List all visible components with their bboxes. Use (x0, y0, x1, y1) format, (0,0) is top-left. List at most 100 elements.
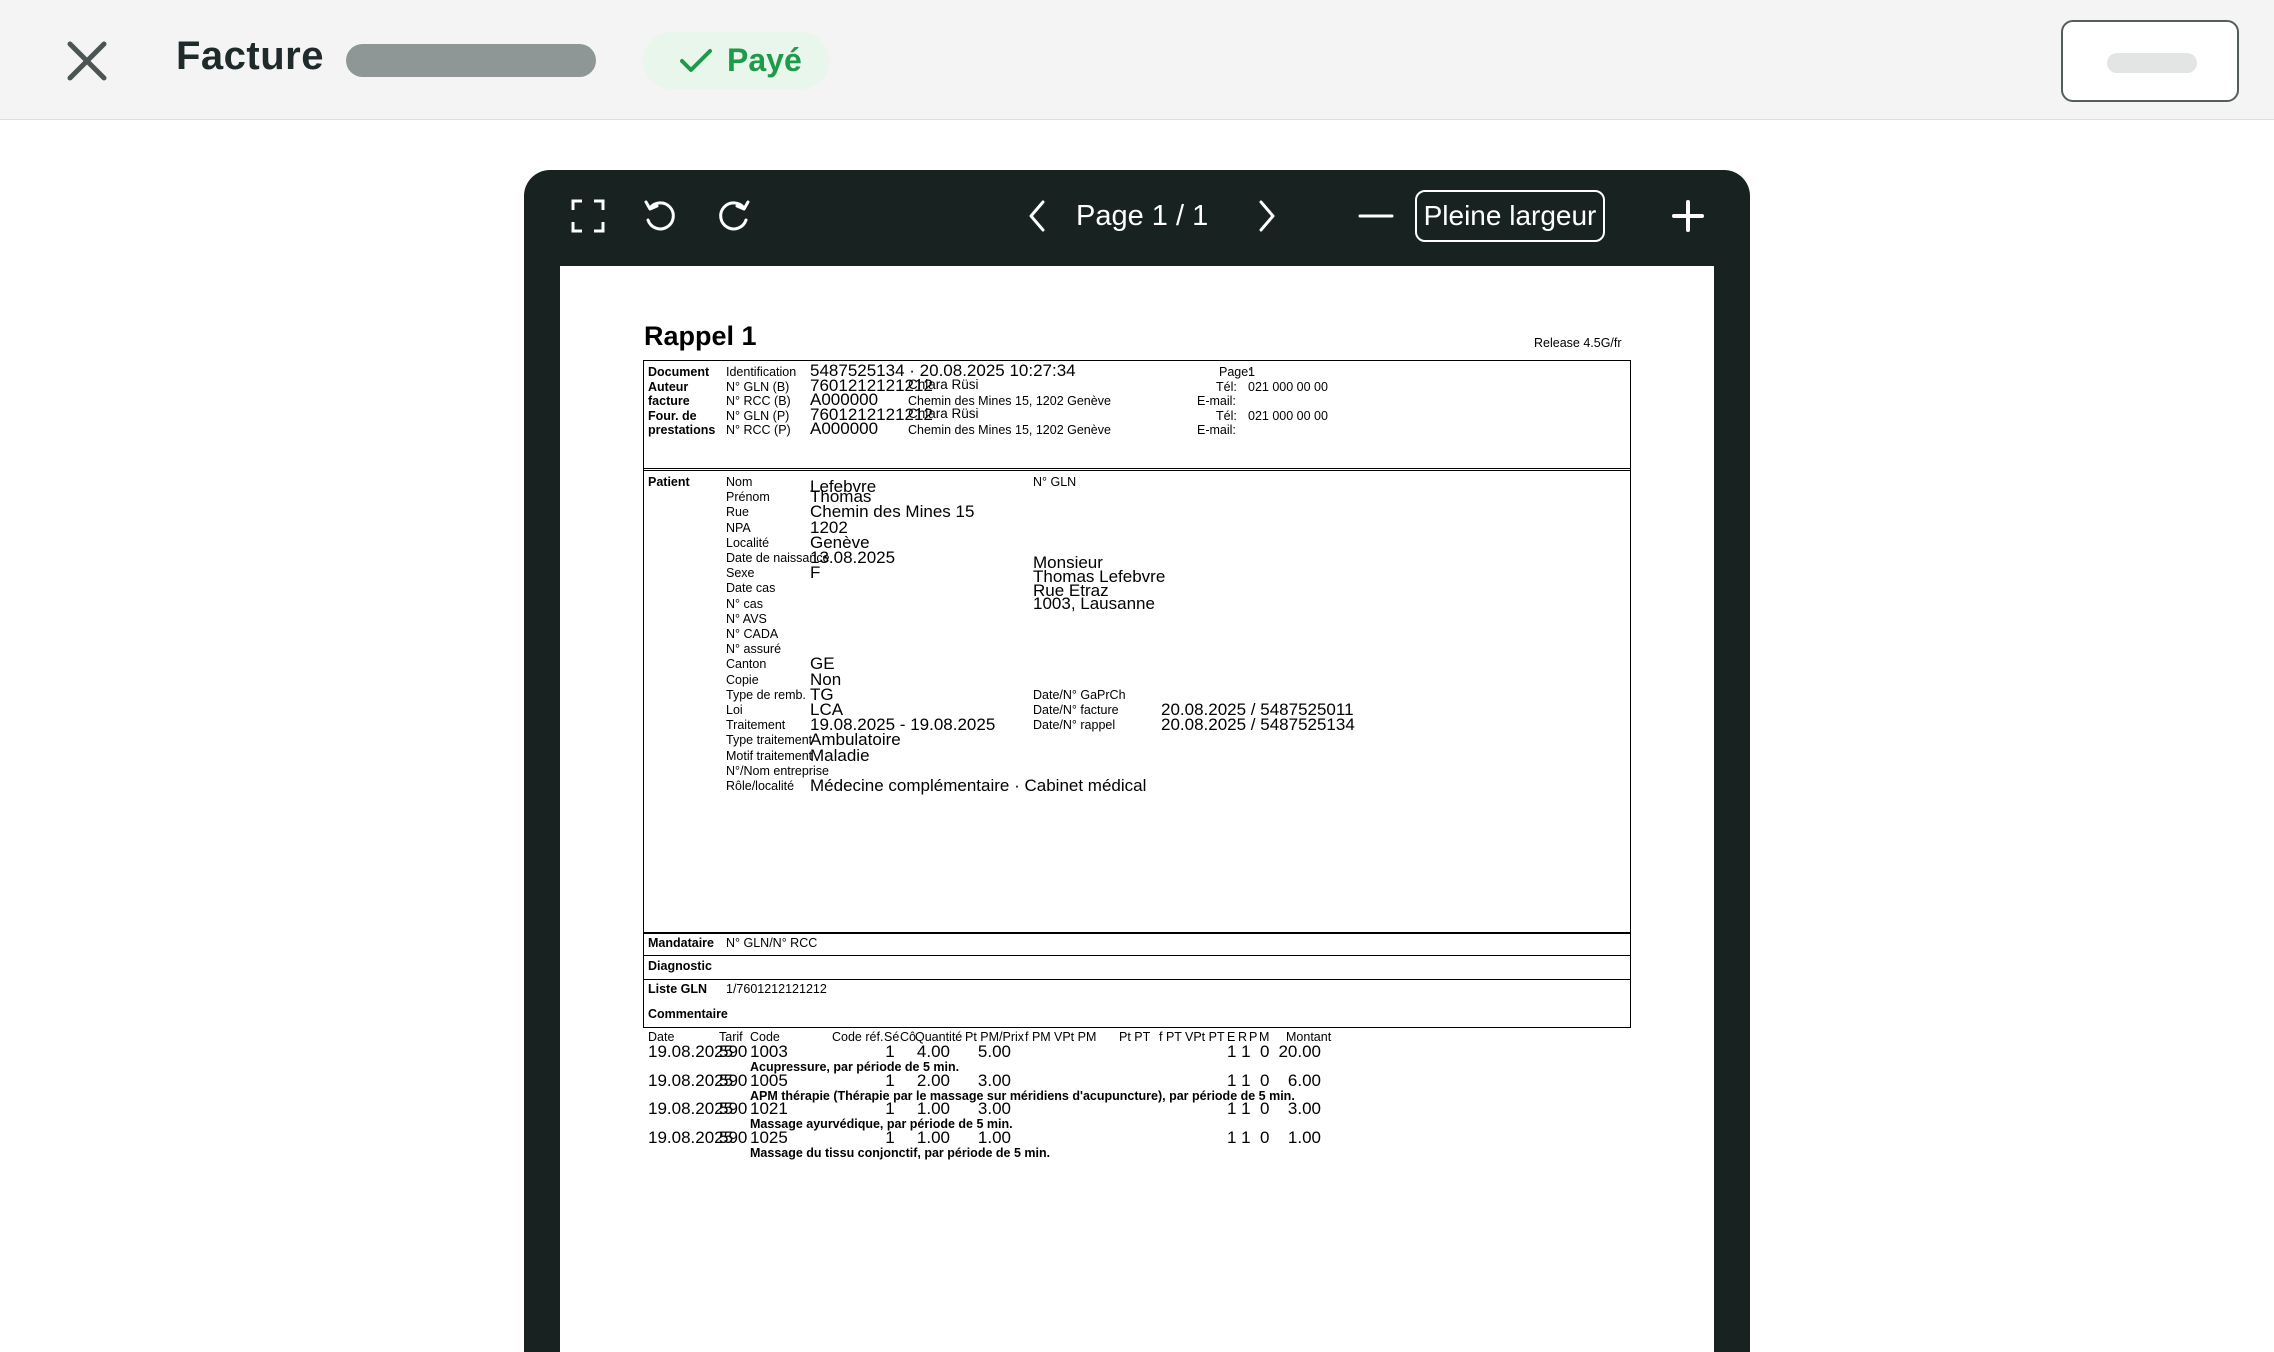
row-price: 3.00 (977, 1099, 1011, 1119)
zoom-out-button[interactable] (1356, 198, 1396, 239)
row-er: 1 1 (1227, 1099, 1251, 1119)
row-price: 5.00 (977, 1042, 1011, 1061)
column-header: VPt PT (1185, 1030, 1225, 1044)
page-indicator: Page 1 / 1 (1076, 200, 1209, 232)
patient-field-label: Rôle/localité (726, 779, 795, 793)
patient-label: Patient (648, 475, 690, 489)
reference-label: Date/N° rappel (1033, 718, 1116, 732)
diagnostic-label: Diagnostic (648, 959, 712, 973)
zoom-in-button[interactable] (1670, 198, 1706, 239)
status-label: Payé (727, 42, 802, 78)
doc-name: Chemin des Mines 15, 1202 Genève (908, 423, 1111, 437)
doc-name: Chiara Rüsi (908, 377, 979, 392)
reference-label: Date/N° facture (1033, 703, 1119, 717)
doc-right-label: E-mail: (1197, 394, 1236, 408)
reference-value: 20.08.2025 / 5487525134 (1161, 715, 1355, 734)
row-se: 1 (885, 1127, 895, 1147)
chevron-left-icon (1029, 200, 1045, 232)
patient-field-label: Motif traitement (726, 748, 813, 763)
row-code: 1025 (750, 1127, 788, 1147)
row-amount: 3.00 (1287, 1099, 1321, 1119)
doc-label: facture (648, 394, 690, 408)
expand-icon (571, 199, 605, 233)
rotate-right-button[interactable] (716, 198, 752, 239)
row-amount: 20.00 (1278, 1042, 1321, 1061)
row-quantity: 2.00 (916, 1070, 950, 1090)
column-header: f PT (1159, 1030, 1182, 1044)
row-m: 0 (1260, 1099, 1270, 1119)
row-er: 1 1 (1227, 1042, 1251, 1061)
pdf-viewer: Page 1 / 1 Pleine largeur Rappel 1 Relea… (524, 170, 1750, 1352)
patient-field-value: F (810, 563, 821, 583)
row-tarif: 590 (719, 1127, 748, 1147)
row-amount: 1.00 (1287, 1127, 1321, 1147)
patient-field-label: Traitement (726, 718, 786, 733)
row-price: 3.00 (977, 1070, 1011, 1090)
close-icon (67, 41, 107, 81)
doc-sublabel: Identification (726, 365, 797, 379)
row-quantity: 1.00 (916, 1099, 950, 1119)
patient-field-label: Rue (726, 505, 749, 520)
row-se: 1 (885, 1042, 895, 1061)
patient-field-label: Canton (726, 657, 767, 672)
doc-sublabel: N° RCC (B) (726, 394, 791, 408)
row-tarif: 590 (719, 1099, 748, 1119)
minus-icon (1358, 214, 1394, 218)
top-bar: Facture Payé (0, 0, 2274, 120)
row-description: APM thérapie (Thérapie par le massage su… (750, 1088, 1295, 1103)
patient-field-label: N° CADA (726, 627, 779, 641)
invoice-heading: Rappel 1 (644, 321, 757, 351)
patient-field-label: Sexe (726, 566, 755, 581)
doc-right-label: E-mail: (1197, 423, 1236, 437)
next-page-button[interactable] (1246, 198, 1286, 239)
patient-field-label: Localité (726, 535, 770, 550)
doc-value: A000000 (810, 419, 879, 438)
phone-number: 021 000 00 00 (1248, 380, 1328, 394)
row-m: 0 (1260, 1070, 1270, 1090)
page-title: Facture (176, 34, 324, 78)
action-button[interactable] (2061, 20, 2239, 102)
column-header: f PM (1025, 1030, 1051, 1044)
address-line: 1003, Lausanne (1033, 594, 1155, 614)
row-m: 0 (1260, 1042, 1270, 1061)
doc-label: prestations (648, 423, 716, 437)
fullscreen-button[interactable] (570, 198, 606, 239)
plus-icon (1672, 200, 1704, 232)
full-width-button[interactable]: Pleine largeur (1415, 190, 1605, 242)
commentaire-label: Commentaire (648, 1007, 728, 1021)
row-code: 1003 (750, 1042, 788, 1061)
row-code: 1021 (750, 1099, 788, 1119)
close-button[interactable] (62, 36, 112, 86)
doc-sublabel: N° RCC (P) (726, 423, 791, 437)
doc-right-label: Tél: (1216, 409, 1237, 423)
mandataire-label: Mandataire (648, 936, 714, 950)
column-header: VPt PM (1054, 1030, 1097, 1044)
doc-sublabel: N° GLN (P) (726, 409, 790, 423)
row-code: 1005 (750, 1070, 788, 1090)
patient-field-value: Maladie (810, 745, 870, 765)
mandataire-value: N° GLN/N° RCC (726, 936, 818, 950)
row-se: 1 (885, 1070, 895, 1090)
doc-right-label: Page: (1219, 365, 1252, 379)
row-tarif: 590 (719, 1042, 748, 1061)
patient-field-label: Type traitement (726, 733, 813, 748)
doc-name: Chiara Rüsi (908, 406, 979, 421)
status-badge: Payé (643, 32, 829, 89)
release-label: Release 4.5G/fr (1534, 336, 1622, 350)
patient-field-label: N° cas (726, 596, 763, 611)
row-se: 1 (885, 1099, 895, 1119)
check-icon (680, 49, 712, 72)
patient-field-label: N° assuré (726, 642, 782, 657)
reference-label: Date/N° GaPrCh (1033, 688, 1126, 702)
row-description: Massage du tissu conjonctif, par période… (750, 1145, 1051, 1160)
patient-field-label: NPA (726, 520, 751, 535)
row-er: 1 1 (1227, 1127, 1251, 1147)
row-amount: 6.00 (1287, 1070, 1321, 1090)
patient-field-label: N° AVS (726, 611, 767, 626)
patient-field-label: Copie (726, 672, 759, 687)
row-m: 0 (1260, 1127, 1270, 1147)
previous-page-button[interactable] (1018, 198, 1058, 239)
row-quantity: 1.00 (916, 1127, 950, 1147)
rotate-left-button[interactable] (642, 198, 678, 239)
doc-label: Document (648, 365, 710, 379)
